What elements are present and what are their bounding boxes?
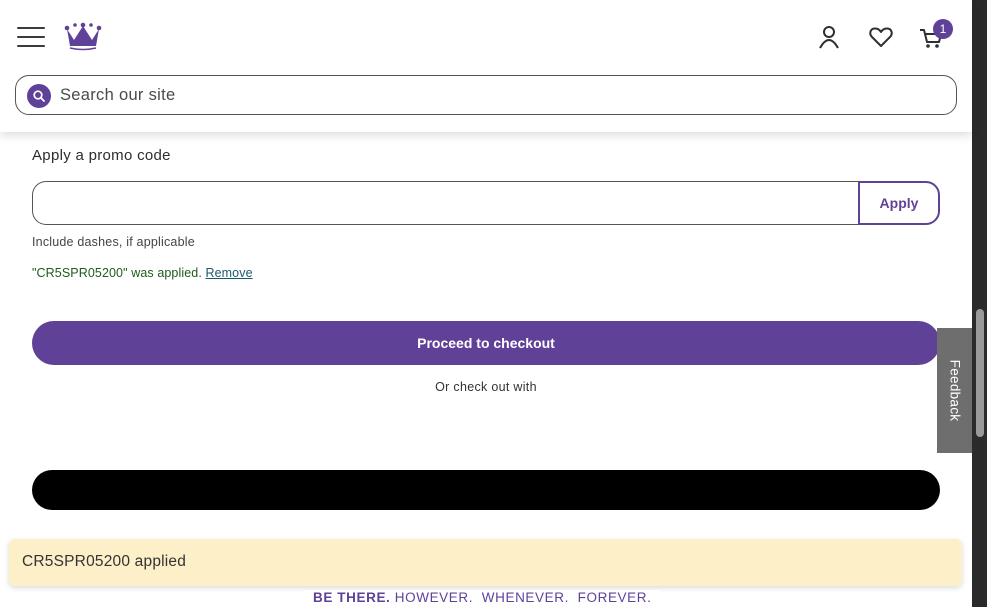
feedback-tab[interactable]: Feedback	[937, 328, 972, 453]
cart-count-badge: 1	[933, 19, 953, 39]
promo-applied-text: "CR5SPR05200" was applied.	[32, 266, 202, 280]
promo-code-label: Apply a promo code	[32, 147, 171, 164]
promo-toast-notification: CR5SPR05200 applied	[9, 539, 962, 586]
express-pay-button[interactable]	[32, 470, 940, 510]
tagline-bold: BE THERE.	[313, 590, 391, 605]
site-header: 1	[0, 0, 972, 132]
toast-message: CR5SPR05200 applied	[22, 553, 187, 570]
feedback-label: Feedback	[947, 359, 962, 422]
promo-applied-message: "CR5SPR05200" was applied. Remove	[32, 266, 253, 280]
search-bar	[15, 75, 957, 115]
footer-tagline: BE THERE. HOWEVER. WHENEVER. FOREVER.	[304, 590, 661, 607]
search-input[interactable]	[60, 82, 940, 108]
scrollbar-thumb[interactable]	[976, 309, 984, 437]
apply-promo-button[interactable]: Apply	[858, 181, 940, 225]
remove-promo-link[interactable]: Remove	[205, 266, 252, 280]
heart-icon[interactable]	[868, 24, 894, 50]
hamburger-menu-icon[interactable]	[17, 27, 45, 47]
account-icon[interactable]	[816, 24, 842, 50]
crown-logo-icon[interactable]	[64, 20, 102, 52]
proceed-to-checkout-button[interactable]: Proceed to checkout	[32, 321, 940, 365]
promo-code-input[interactable]	[32, 181, 860, 225]
tagline-rest: HOWEVER. WHENEVER. FOREVER.	[394, 590, 652, 605]
search-icon[interactable]	[27, 84, 51, 108]
page-scrollbar[interactable]	[972, 0, 987, 607]
promo-hint-text: Include dashes, if applicable	[32, 235, 195, 249]
alternate-checkout-label: Or check out with	[435, 380, 537, 394]
